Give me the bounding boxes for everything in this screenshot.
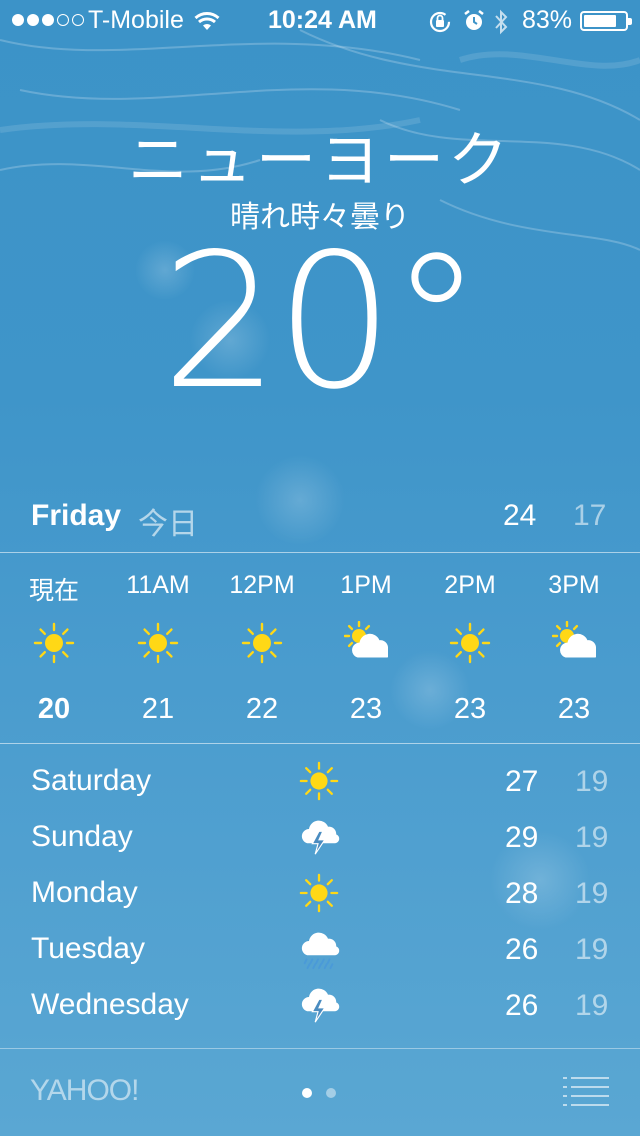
day-name: Tuesday: [31, 932, 145, 965]
day-high: 26: [505, 933, 539, 966]
day-low: 19: [575, 765, 609, 798]
sun-icon: [241, 622, 283, 664]
carrier-name: T-Mobile: [88, 6, 184, 34]
day-high: 26: [505, 989, 539, 1022]
status-time: 10:24 AM: [268, 6, 377, 34]
hourly-item: 12PM 22: [210, 553, 314, 743]
daily-forecast-row: Monday 28 19: [0, 864, 640, 920]
day-low: 19: [575, 877, 609, 910]
day-low: 19: [575, 989, 609, 1022]
battery-percent: 83%: [522, 6, 573, 34]
sun-icon: [137, 622, 179, 664]
hour-label: 1PM: [340, 571, 392, 599]
hour-temperature: 23: [453, 693, 487, 725]
daily-forecast-row: Tuesday 26 19: [0, 920, 640, 976]
hour-temperature: 22: [245, 693, 279, 725]
signal-dot: [27, 14, 39, 26]
hourly-item: 現在 20: [2, 553, 106, 743]
hourly-item: 11AM 21: [106, 553, 210, 743]
today-summary: Friday 今日 24 17: [0, 495, 640, 541]
rain-cloud-icon: [301, 932, 340, 970]
day-name: Monday: [31, 876, 138, 909]
hour-label: 3PM: [548, 571, 600, 599]
today-low: 17: [573, 499, 607, 532]
sun-icon: [299, 761, 339, 801]
partly-cloudy-icon: [552, 621, 596, 658]
today-day-name: Friday: [31, 499, 122, 532]
sun-icon: [299, 873, 339, 913]
day-name: Saturday: [31, 764, 152, 797]
alarm-icon: [462, 9, 486, 40]
yahoo-logo[interactable]: YAHOO!: [30, 1074, 139, 1108]
divider: [0, 743, 640, 744]
hourly-item: 2PM 23: [418, 553, 522, 743]
hourly-forecast[interactable]: 現在 20 11AM 21 12PM 22 1PM 23 2PM 23 3PM 23: [0, 553, 640, 743]
day-name: Sunday: [31, 820, 133, 853]
rotation-lock-icon: [428, 10, 452, 41]
hour-temperature: 23: [349, 693, 383, 725]
hourly-item: 3PM 23: [522, 553, 626, 743]
day-low: 19: [575, 933, 609, 966]
daily-forecast-row: Sunday 29 19: [0, 808, 640, 864]
daily-forecast-row: Saturday 27 19: [0, 752, 640, 808]
sun-icon: [33, 622, 75, 664]
thunderstorm-icon: [301, 820, 340, 855]
hourly-item: 1PM 23: [314, 553, 418, 743]
today-label: 今日: [138, 508, 198, 541]
page-indicator[interactable]: [302, 1088, 336, 1098]
day-high: 27: [505, 765, 539, 798]
sun-icon: [449, 622, 491, 664]
battery-icon: [580, 11, 632, 31]
divider: [0, 1048, 640, 1049]
signal-dot: [12, 14, 24, 26]
today-high: 24: [503, 499, 537, 532]
partly-cloudy-icon: [344, 621, 388, 658]
status-bar: T-Mobile 10:24 AM 83%: [0, 0, 640, 40]
signal-dot: [42, 14, 54, 26]
wifi-icon: [194, 10, 220, 39]
day-low: 19: [575, 821, 609, 854]
city-list-button[interactable]: [563, 1076, 609, 1106]
bluetooth-icon: [493, 9, 509, 42]
hour-label: 11AM: [126, 571, 190, 599]
day-high: 28: [505, 877, 539, 910]
day-name: Wednesday: [31, 988, 189, 1021]
thunderstorm-icon: [301, 988, 340, 1023]
footer-bar: YAHOO!: [0, 1050, 640, 1136]
signal-strength-icon: [12, 14, 84, 26]
daily-forecast-row: Wednesday 26 19: [0, 976, 640, 1032]
signal-dot: [72, 14, 84, 26]
hour-temperature: 21: [141, 693, 175, 725]
city-name: ニューヨーク: [128, 127, 512, 194]
day-high: 29: [505, 821, 539, 854]
hour-label: 現在: [28, 577, 79, 605]
hour-temperature: 23: [557, 693, 591, 725]
page-dot[interactable]: [326, 1088, 336, 1098]
page-dot[interactable]: [302, 1088, 312, 1098]
hour-label: 12PM: [229, 571, 295, 599]
list-icon: [563, 1077, 609, 1106]
current-temperature: 20°: [161, 213, 483, 430]
signal-dot: [57, 14, 69, 26]
hour-label: 2PM: [444, 571, 496, 599]
hour-temperature: 20: [37, 693, 71, 725]
